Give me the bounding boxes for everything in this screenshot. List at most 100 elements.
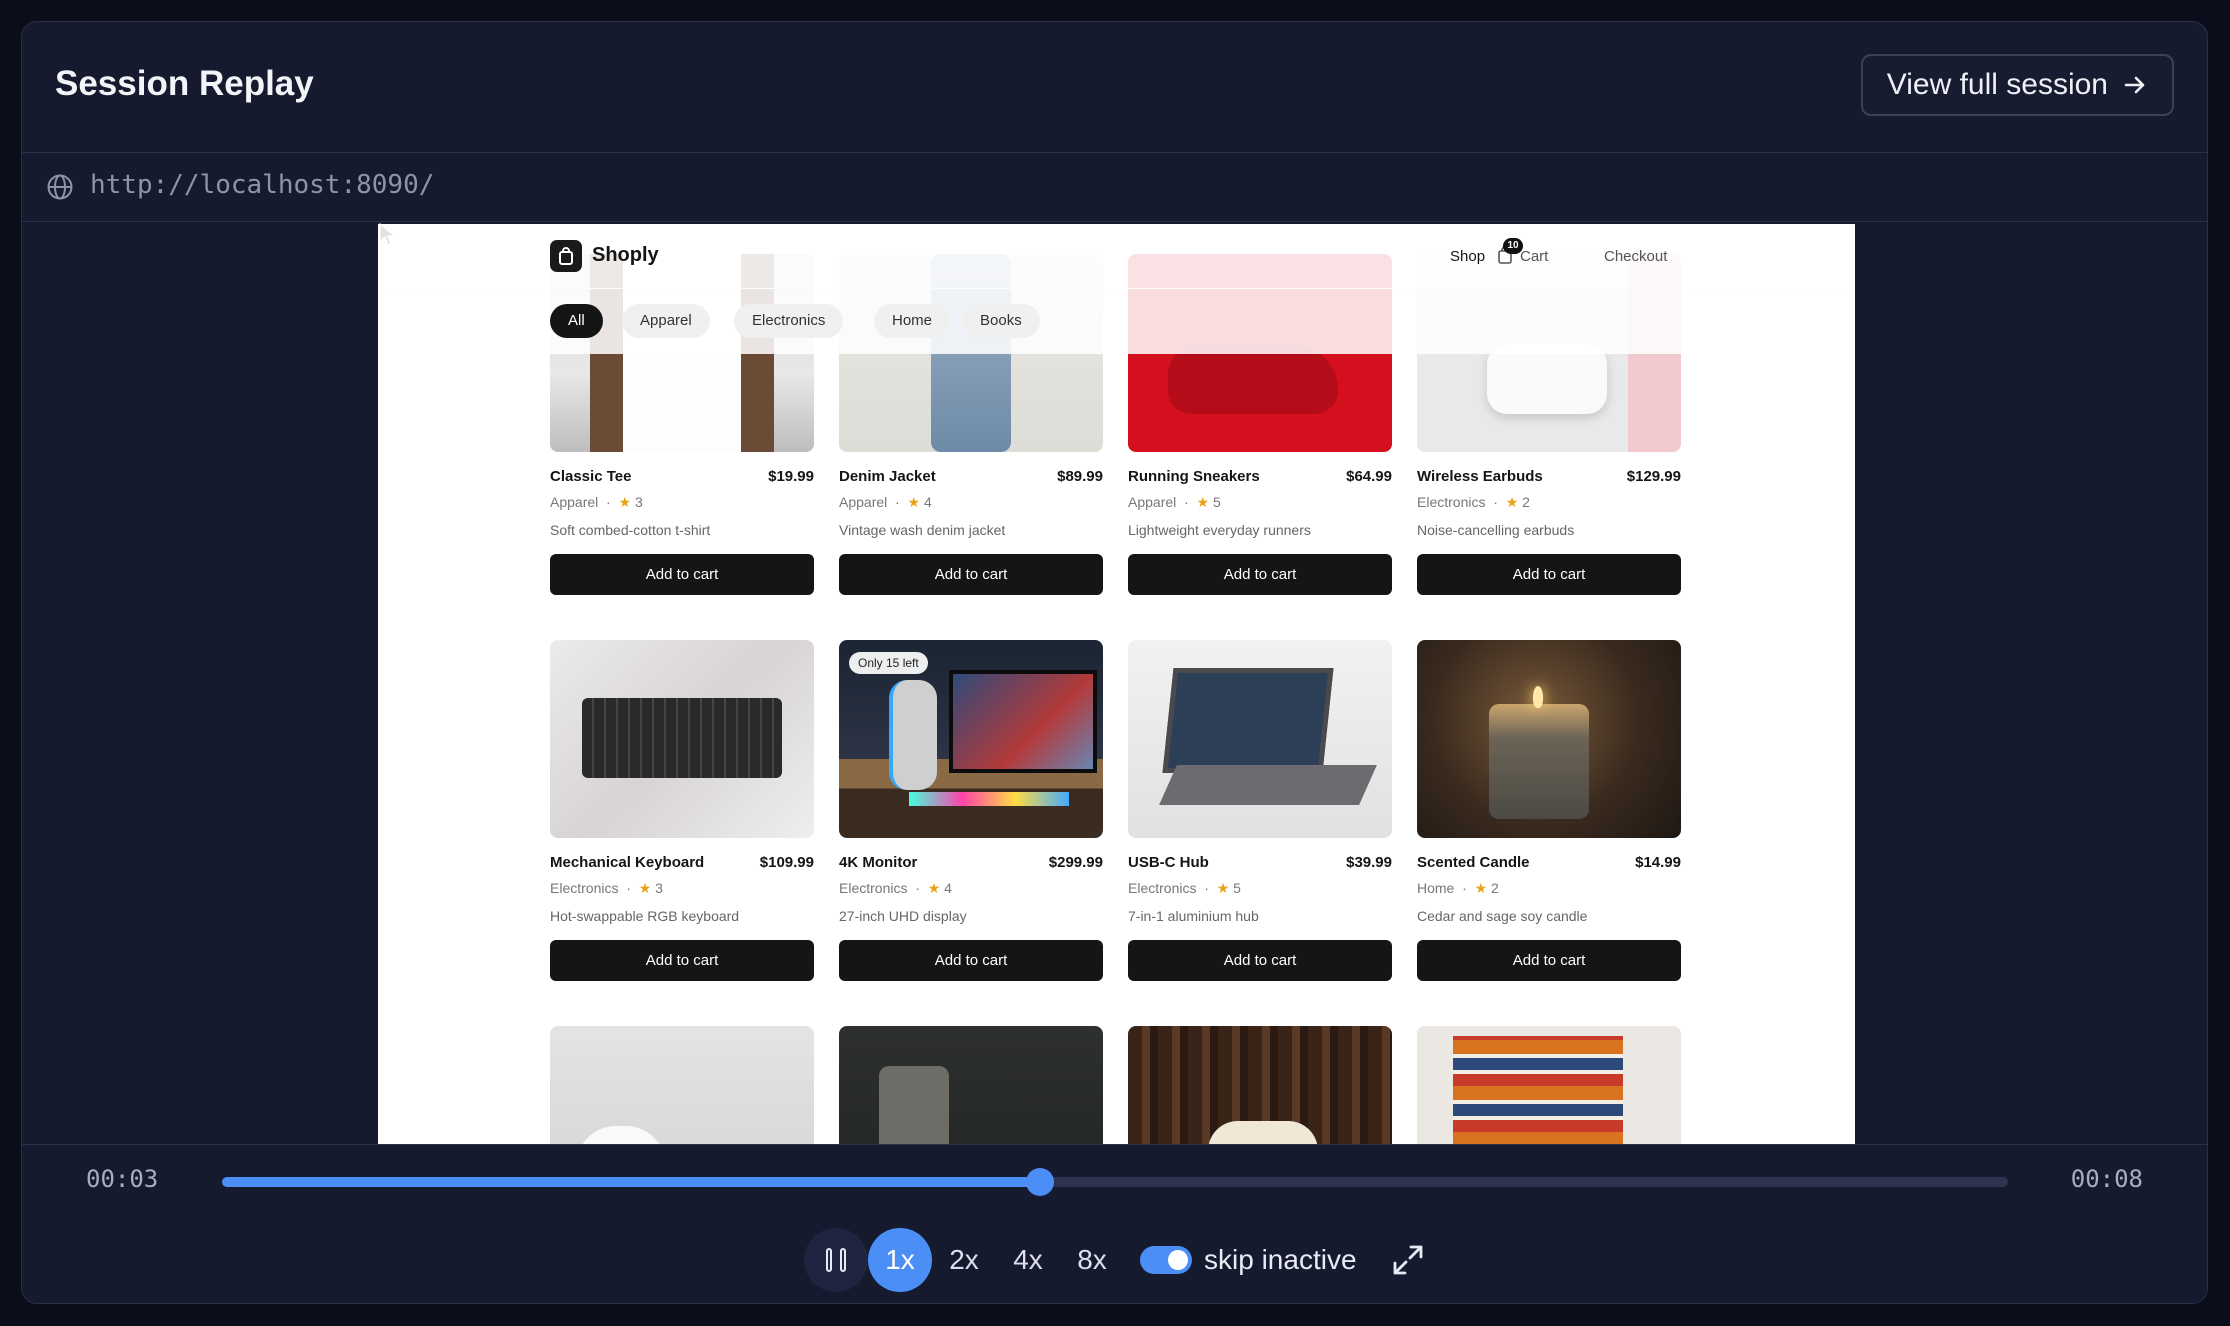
arrow-right-icon xyxy=(2124,76,2145,94)
add-to-cart-button[interactable]: Add to cart xyxy=(839,940,1103,981)
product-price: $89.99 xyxy=(1057,468,1103,485)
product-category: Electronics xyxy=(1417,494,1486,510)
product-description: Hot-swappable RGB keyboard xyxy=(550,908,740,924)
add-to-cart-button[interactable]: Add to cart xyxy=(1417,940,1681,981)
add-to-cart-button[interactable]: Add to cart xyxy=(1128,554,1392,595)
add-to-cart-button[interactable]: Add to cart xyxy=(550,940,814,981)
product-meta: Electronics · ★ 5 xyxy=(1128,880,1241,896)
star-icon: ★ xyxy=(1474,880,1488,896)
filter-chip-books[interactable]: Books xyxy=(962,304,1040,338)
star-icon: ★ xyxy=(1216,880,1230,896)
product-category: Electronics xyxy=(550,880,619,896)
product-rating: 4 xyxy=(944,880,952,896)
filter-chip-apparel[interactable]: Apparel xyxy=(622,304,710,338)
pause-icon xyxy=(826,1248,832,1272)
replay-stage: Shoply Shop 10 Cart Checkout All Apparel… xyxy=(22,222,2207,1144)
product-meta: Electronics · ★ 4 xyxy=(839,880,952,896)
product-price: $39.99 xyxy=(1346,854,1392,871)
product-name: Running Sneakers xyxy=(1128,468,1260,485)
nav-checkout-link[interactable]: Checkout xyxy=(1604,248,1667,265)
product-name: Classic Tee xyxy=(550,468,632,485)
timeline-scrubber[interactable] xyxy=(222,1168,2008,1196)
product-image xyxy=(1128,1026,1392,1144)
product-rating: 3 xyxy=(655,880,663,896)
nav-cart-link[interactable]: Cart xyxy=(1520,248,1548,265)
playback-controls: 00:03 00:08 1x 2x 4x 8x skip inactive xyxy=(22,1144,2207,1303)
toggle-knob xyxy=(1168,1250,1188,1270)
product-description: Cedar and sage soy candle xyxy=(1417,908,1588,924)
timeline-handle[interactable] xyxy=(1025,1168,1054,1196)
star-icon: ★ xyxy=(927,880,941,896)
star-icon: ★ xyxy=(1196,494,1210,510)
product-category: Apparel xyxy=(839,494,888,510)
speed-1x-button[interactable]: 1x xyxy=(868,1228,932,1292)
product-meta: Apparel · ★ 4 xyxy=(839,494,932,510)
view-full-session-label: View full session xyxy=(1886,68,2108,101)
total-time: 00:08 xyxy=(2070,1165,2143,1193)
product-category: Electronics xyxy=(839,880,908,896)
product-name: 4K Monitor xyxy=(839,854,918,871)
nav-shop-link[interactable]: Shop xyxy=(1450,248,1485,265)
product-name: Denim Jacket xyxy=(839,468,936,485)
product-description: Lightweight everyday runners xyxy=(1128,522,1311,538)
stock-badge: Only 15 left xyxy=(849,652,928,674)
speed-4x-button[interactable]: 4x xyxy=(996,1228,1060,1292)
product-description: 7-in-1 aluminium hub xyxy=(1128,908,1259,924)
product-price: $19.99 xyxy=(768,468,814,485)
product-meta: Apparel · ★ 3 xyxy=(550,494,643,510)
filter-chip-home[interactable]: Home xyxy=(874,304,951,338)
add-to-cart-button[interactable]: Add to cart xyxy=(1128,940,1392,981)
category-filter-bar: All Apparel Electronics Home Books xyxy=(378,288,1855,354)
add-to-cart-button[interactable]: Add to cart xyxy=(839,554,1103,595)
product-meta: Apparel · ★ 5 xyxy=(1128,494,1221,510)
product-price: $109.99 xyxy=(759,854,814,871)
product-rating: 5 xyxy=(1212,494,1221,510)
filter-chip-electronics[interactable]: Electronics xyxy=(734,304,844,338)
replay-viewport: Shoply Shop 10 Cart Checkout All Apparel… xyxy=(378,224,1855,1144)
product-category: Apparel xyxy=(1128,494,1177,510)
playback-button-row: 1x 2x 4x 8x skip inactive xyxy=(804,1228,1425,1292)
product-rating: 5 xyxy=(1233,880,1241,896)
product-image xyxy=(839,1026,1103,1144)
speed-8x-button[interactable]: 8x xyxy=(1060,1228,1124,1292)
add-to-cart-button[interactable]: Add to cart xyxy=(1417,554,1681,595)
product-price: $129.99 xyxy=(1626,468,1681,485)
pause-button[interactable] xyxy=(804,1228,868,1292)
product-name: Mechanical Keyboard xyxy=(550,854,705,871)
product-description: 27-inch UHD display xyxy=(839,908,967,924)
product-image xyxy=(550,640,814,838)
product-name: Wireless Earbuds xyxy=(1417,468,1543,485)
shop-logo[interactable]: Shoply xyxy=(592,244,659,267)
timeline-progress xyxy=(222,1177,1040,1187)
product-price: $299.99 xyxy=(1048,854,1103,871)
product-image xyxy=(1417,1026,1681,1144)
product-description: Noise-cancelling earbuds xyxy=(1417,522,1575,538)
shop-navbar: Shoply Shop 10 Cart Checkout xyxy=(378,224,1855,289)
product-meta: Electronics · ★ 2 xyxy=(1417,494,1530,510)
skip-inactive-toggle[interactable] xyxy=(1140,1246,1192,1274)
star-icon: ★ xyxy=(1505,494,1519,510)
product-image xyxy=(1417,640,1681,838)
product-rating: 2 xyxy=(1491,880,1499,896)
pause-icon xyxy=(840,1248,846,1272)
star-icon: ★ xyxy=(638,880,652,896)
shopping-bag-logo-icon xyxy=(550,240,582,272)
product-name: USB-C Hub xyxy=(1128,854,1209,871)
star-icon: ★ xyxy=(618,494,632,510)
product-rating: 2 xyxy=(1522,494,1530,510)
filter-chip-all[interactable]: All xyxy=(550,304,603,338)
product-rating: 3 xyxy=(634,494,643,510)
product-price: $14.99 xyxy=(1635,854,1681,871)
speed-2x-button[interactable]: 2x xyxy=(932,1228,996,1292)
product-description: Vintage wash denim jacket xyxy=(839,522,1006,538)
view-full-session-button[interactable]: View full session xyxy=(1860,54,2174,116)
product-image: Only 15 left xyxy=(839,640,1103,838)
product-category: Electronics xyxy=(1128,880,1197,896)
product-price: $64.99 xyxy=(1346,468,1392,485)
url-text: http://localhost:8090/ xyxy=(90,170,435,200)
add-to-cart-button[interactable]: Add to cart xyxy=(550,554,814,595)
fullscreen-icon[interactable] xyxy=(1391,1243,1425,1277)
product-description: Soft combed-cotton t-shirt xyxy=(550,522,711,538)
product-image xyxy=(1128,640,1392,838)
product-name: Scented Candle xyxy=(1417,854,1530,871)
